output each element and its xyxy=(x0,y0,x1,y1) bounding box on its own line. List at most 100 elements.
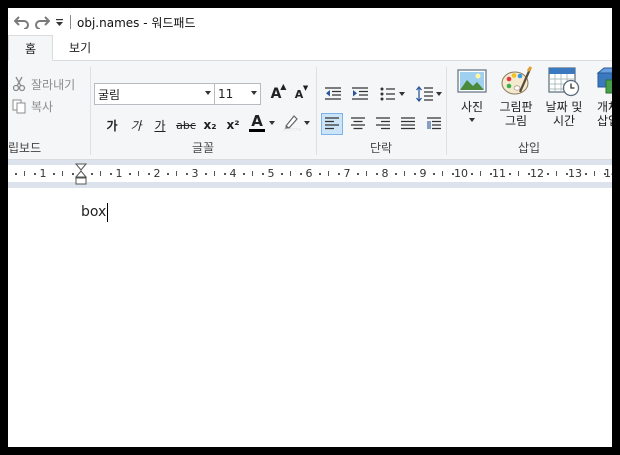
ruler-dot xyxy=(128,173,131,175)
horizontal-ruler[interactable]: 1 1 2 3 4 5 6 7 8 9 10 11 12 13 14 xyxy=(8,163,612,185)
paragraph-group-label: 단락 xyxy=(369,141,393,155)
scissors-icon xyxy=(10,75,28,93)
ruler-dot xyxy=(489,173,492,175)
chevron-down-icon xyxy=(205,91,211,95)
chevron-down-icon xyxy=(303,121,310,125)
paint-label-line1: 그림판 xyxy=(499,100,533,114)
document-area[interactable]: box xyxy=(8,188,612,447)
strikethrough-button[interactable]: abc xyxy=(174,114,198,136)
customize-toolbar-icon[interactable] xyxy=(52,12,66,32)
ruler-dot xyxy=(527,173,530,175)
date-time-label-line1: 날짜 및 xyxy=(545,100,583,114)
subscript-button[interactable]: x₂ xyxy=(200,114,220,136)
insert-picture-label: 사진 xyxy=(460,100,484,114)
font-color-letter: A xyxy=(251,112,263,130)
ruler-dot xyxy=(356,173,359,175)
font-size-combo[interactable]: 11 xyxy=(214,83,261,105)
ruler-dot xyxy=(109,173,112,175)
ruler-tick xyxy=(556,171,557,176)
chevron-down-icon xyxy=(436,92,442,96)
ruler-number: 13 xyxy=(568,167,582,180)
insert-picture-button[interactable]: 사진 xyxy=(454,65,490,135)
ruler-dot xyxy=(166,173,169,175)
ribbon: 잘라내기 복사 립보드 굴림 11 A ▲ A ▼ 가 가 가 abc x₂ x… xyxy=(8,61,612,160)
line-spacing-icon xyxy=(416,86,433,102)
insert-group: 사진 그림판 그림 날짜 및 시간 개체 삽입 삽입 xyxy=(446,61,612,160)
redo-icon[interactable] xyxy=(32,12,52,32)
line-spacing-button[interactable] xyxy=(413,83,445,105)
ruler-number: 10 xyxy=(454,167,468,180)
highlight-button[interactable] xyxy=(281,112,311,134)
ruler-dot xyxy=(413,173,416,175)
cut-label: 잘라내기 xyxy=(31,77,76,92)
bullet-list-icon xyxy=(380,87,395,101)
document-text: box xyxy=(81,204,107,220)
ruler-tick xyxy=(518,171,519,176)
grow-font-button[interactable]: A ▲ xyxy=(266,82,287,105)
ruler-dot xyxy=(432,173,435,175)
font-family-value: 굴림 xyxy=(98,87,121,102)
shrink-font-icon: A ▼ xyxy=(294,83,309,101)
ruler-dot xyxy=(90,173,93,175)
highlighter-icon xyxy=(283,113,301,134)
ruler-number: 9 xyxy=(419,167,427,180)
align-right-button[interactable] xyxy=(372,113,394,135)
justify-button[interactable] xyxy=(397,113,419,135)
bullet-list-button[interactable] xyxy=(376,83,408,105)
font-group-label: 글꼴 xyxy=(191,141,215,155)
ruler-dot xyxy=(546,173,549,175)
ruler-number: 7 xyxy=(343,167,351,180)
object-icon xyxy=(596,67,612,94)
paint-label-line2: 그림 xyxy=(504,114,528,128)
shrink-font-button[interactable]: A ▼ xyxy=(290,83,309,105)
ruler-dot xyxy=(337,173,340,175)
ruler-tick xyxy=(442,171,443,176)
window-title: obj.names - 워드패드 xyxy=(77,15,196,30)
ruler-dot xyxy=(52,173,55,175)
align-left-button[interactable] xyxy=(321,113,343,135)
bold-button[interactable]: 가 xyxy=(102,114,122,136)
ruler-dot xyxy=(299,173,302,175)
indent-marker-icon[interactable] xyxy=(75,163,87,189)
ruler-dot xyxy=(242,173,245,175)
ruler-dot xyxy=(185,173,188,175)
justify-icon xyxy=(401,117,415,130)
ruler-dot xyxy=(451,173,454,175)
copy-button[interactable]: 복사 xyxy=(10,96,53,116)
date-time-button[interactable]: 날짜 및 시간 xyxy=(542,65,586,135)
ruler-tick xyxy=(62,171,63,176)
align-left-icon xyxy=(325,117,339,130)
increase-indent-button[interactable] xyxy=(349,83,371,105)
increase-indent-icon xyxy=(352,87,368,100)
ruler-tick xyxy=(366,171,367,176)
chevron-down-icon xyxy=(269,121,275,125)
paragraph-button[interactable] xyxy=(423,113,445,135)
paint-drawing-button[interactable]: 그림판 그림 xyxy=(494,65,538,135)
decrease-indent-button[interactable] xyxy=(322,83,344,105)
paragraph-icon xyxy=(427,117,441,130)
font-family-combo[interactable]: 굴림 xyxy=(94,83,215,105)
cut-button[interactable]: 잘라내기 xyxy=(10,74,75,94)
tab-home[interactable]: 홈 xyxy=(8,35,54,61)
decrease-indent-icon xyxy=(325,87,341,100)
ruler-dot xyxy=(584,173,587,175)
italic-button[interactable]: 가 xyxy=(126,114,146,136)
font-group: 굴림 11 A ▲ A ▼ 가 가 가 abc x₂ x² A 글꼴 xyxy=(90,61,316,160)
font-color-icon: A xyxy=(249,114,265,132)
ruler-number: 6 xyxy=(305,167,313,180)
superscript-button[interactable]: x² xyxy=(223,114,243,136)
grow-font-icon: A ▲ xyxy=(270,82,287,102)
text-caret xyxy=(107,203,108,222)
underline-button[interactable]: 가 xyxy=(150,114,170,136)
quick-access-toolbar xyxy=(8,8,66,36)
picture-icon xyxy=(457,69,487,93)
ruler-number: 1 xyxy=(115,167,123,180)
align-center-button[interactable] xyxy=(347,113,369,135)
font-color-button[interactable]: A xyxy=(247,112,277,134)
ruler-dot xyxy=(71,173,74,175)
undo-icon[interactable] xyxy=(12,12,32,32)
ruler-number: 11 xyxy=(492,167,506,180)
ruler-tick xyxy=(176,171,177,176)
tab-view[interactable]: 보기 xyxy=(53,35,107,60)
insert-object-button[interactable]: 개체 삽입 xyxy=(590,65,612,135)
